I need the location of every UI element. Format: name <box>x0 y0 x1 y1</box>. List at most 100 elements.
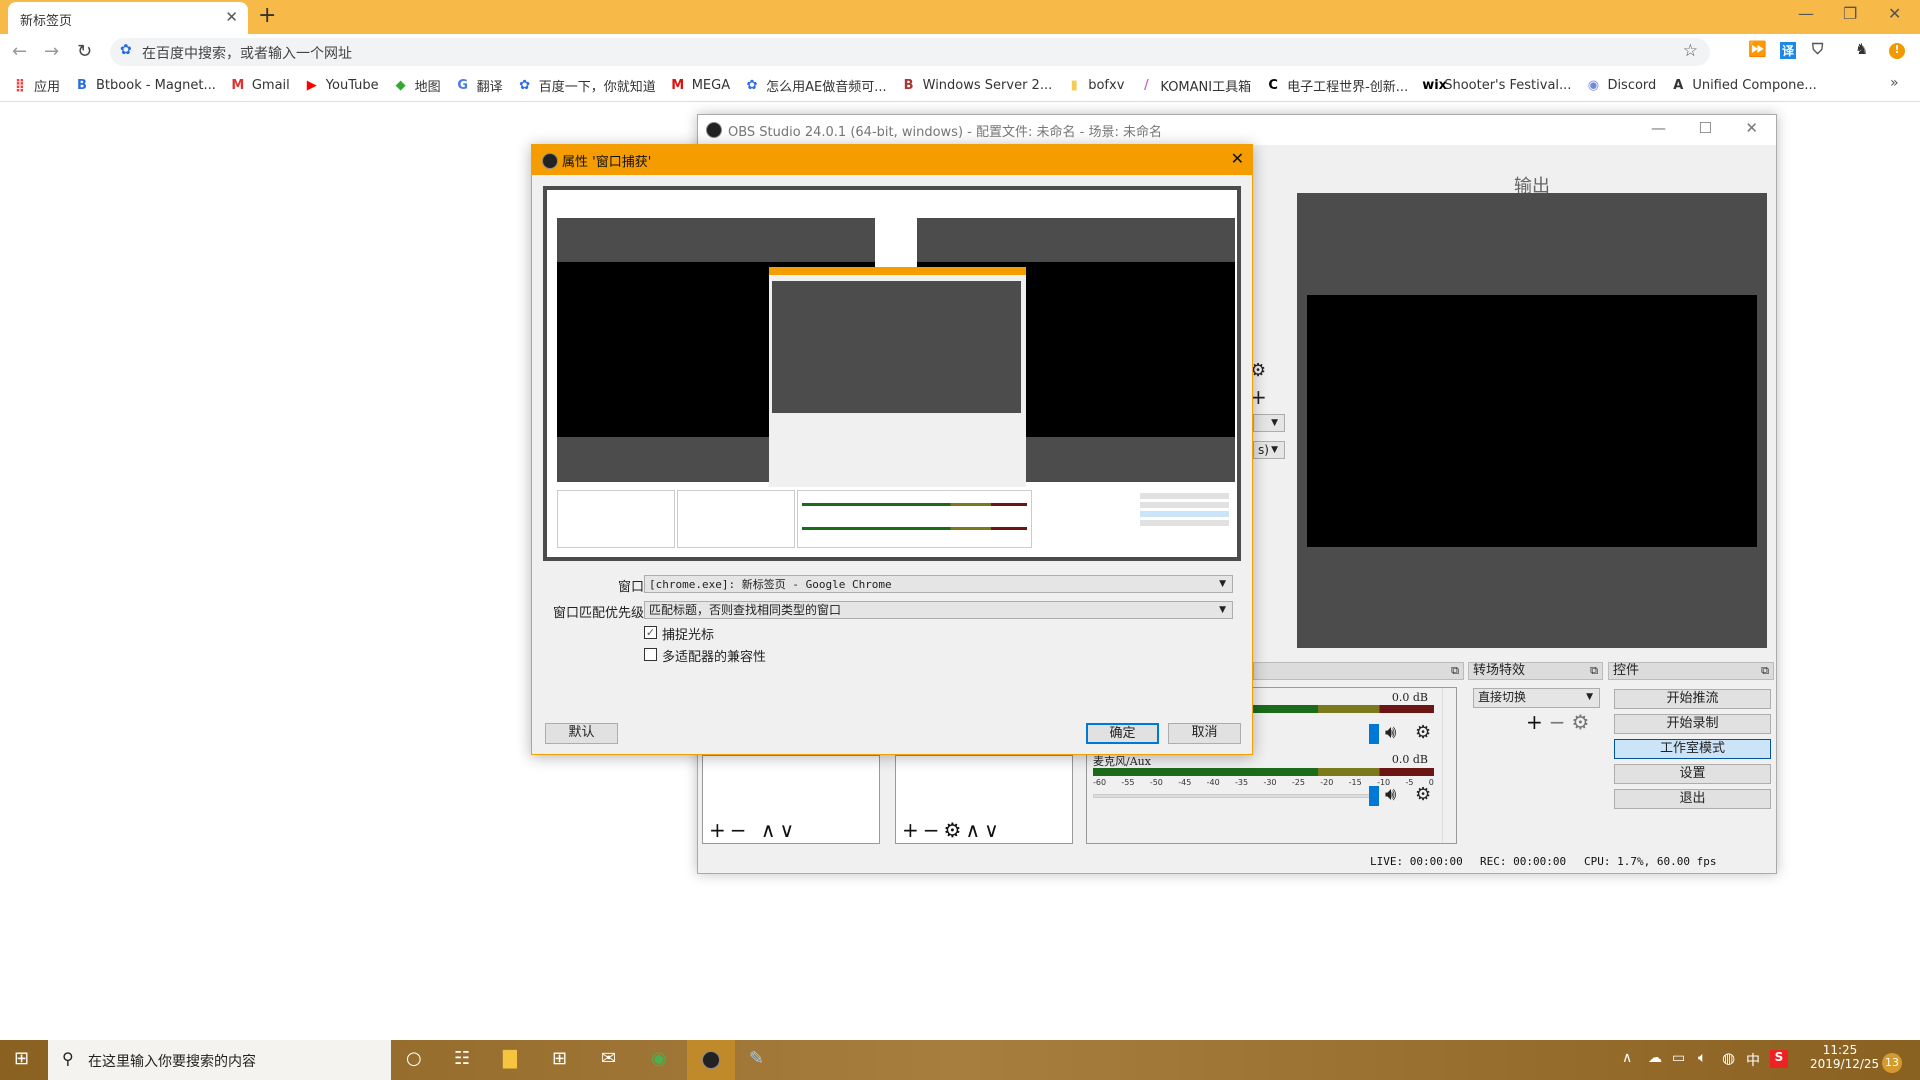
bookmark-item[interactable]: G 翻译 <box>455 76 502 95</box>
network-icon[interactable]: ◍ <box>1722 1049 1735 1067</box>
remove-source-icon[interactable]: − <box>923 818 944 842</box>
close-icon[interactable]: ✕ <box>1231 149 1244 168</box>
restore-icon[interactable]: ❐ <box>1843 4 1857 23</box>
battery-icon[interactable]: ▭ <box>1672 1050 1685 1066</box>
address-bar[interactable]: ✿ 在百度中搜索，或者输入一个网址 ☆ <box>110 38 1710 66</box>
remove-scene-icon[interactable]: − <box>730 818 751 842</box>
new-tab-button[interactable]: + <box>258 3 276 28</box>
browser-tab[interactable]: 新标签页 ✕ <box>8 2 248 34</box>
volume-icon[interactable]: 🔈︎ <box>1698 1050 1706 1066</box>
start-streaming-button[interactable]: 开始推流 <box>1614 689 1771 709</box>
mic-volume-slider[interactable] <box>1369 786 1379 806</box>
gear-icon[interactable]: ⚙ <box>1415 722 1431 743</box>
studio-mode-button[interactable]: 工作室模式 <box>1614 739 1771 759</box>
cortana-icon[interactable]: ○ <box>406 1048 422 1069</box>
chrome-icon[interactable]: ◉ <box>651 1048 667 1069</box>
sogou-ime-icon[interactable]: S <box>1770 1050 1788 1068</box>
bookmark-star-icon[interactable]: ☆ <box>1683 41 1698 61</box>
bookmark-item[interactable]: ◉ Discord <box>1585 78 1657 93</box>
windows-start-icon[interactable]: ⊞ <box>14 1048 29 1069</box>
forward-icon[interactable]: → <box>44 41 59 62</box>
wix-icon: wix <box>1422 78 1448 93</box>
undock-icon[interactable]: ⧉ <box>1590 663 1598 679</box>
file-explorer-icon[interactable]: ▇ <box>503 1048 517 1069</box>
bookmark-item[interactable]: ▶ YouTube <box>304 78 379 93</box>
bookmark-item[interactable]: A Unified Compone... <box>1670 78 1817 93</box>
bookmark-item[interactable]: / KOMANI工具箱 <box>1138 76 1251 95</box>
ok-button[interactable]: 确定 <box>1086 723 1159 744</box>
gear-icon[interactable]: ⚙ <box>1572 710 1596 734</box>
defaults-button[interactable]: 默认 <box>545 723 618 744</box>
translate-extension-icon[interactable]: 译 <box>1780 42 1797 59</box>
bookmark-label: bofxv <box>1088 78 1125 93</box>
mixer-scrollbar[interactable] <box>1442 688 1456 843</box>
speaker-icon[interactable]: 🔊︎ <box>1385 784 1396 805</box>
bookmark-item[interactable]: ⣿ 应用 <box>12 76 60 95</box>
close-window-icon[interactable]: ✕ <box>1888 4 1901 23</box>
profile-avatar[interactable]: ♞ <box>1855 40 1868 58</box>
shield-extension-icon[interactable]: ⛉ <box>1812 40 1823 58</box>
bookmark-item[interactable]: B Btbook - Magnet... <box>74 78 216 93</box>
captured-window-thumbnail <box>547 190 1237 557</box>
remove-icon[interactable]: − <box>1549 710 1572 734</box>
reload-icon[interactable]: ↻ <box>77 41 92 62</box>
notification-center-badge[interactable]: 13 <box>1882 1053 1902 1073</box>
cancel-button[interactable]: 取消 <box>1168 723 1241 744</box>
add-scene-icon[interactable]: + <box>709 818 730 842</box>
windows-server-icon: B <box>903 78 914 93</box>
undock-icon[interactable]: ⧉ <box>1761 663 1769 679</box>
controls-dock-header: 控件 ⧉ <box>1608 662 1774 680</box>
move-up-icon[interactable]: ∧ <box>761 818 780 842</box>
bookmark-item[interactable]: M MEGA <box>670 78 730 93</box>
bookmark-item[interactable]: C 电子工程世界-创新... <box>1265 76 1408 95</box>
gear-icon[interactable]: ⚙ <box>1415 784 1431 805</box>
bookmark-item[interactable]: M Gmail <box>230 78 289 93</box>
taskbar-search[interactable]: ⚲ 在这里输入你要搜索的内容 <box>48 1040 391 1080</box>
task-view-icon[interactable]: ☷ <box>454 1048 470 1069</box>
settings-button[interactable]: 设置 <box>1614 764 1771 784</box>
onedrive-icon[interactable]: ☁ <box>1648 1050 1662 1066</box>
mail-icon[interactable]: ✉ <box>601 1048 616 1069</box>
bookmark-item[interactable]: ✿ 怎么用AE做音频可... <box>744 76 887 95</box>
store-icon[interactable]: ⊞ <box>552 1048 567 1069</box>
add-source-icon[interactable]: + <box>902 818 923 842</box>
minimize-icon[interactable]: — <box>1651 119 1666 137</box>
clock[interactable]: 11:25 2019/12/25 <box>1810 1043 1879 1071</box>
multi-adapter-checkbox[interactable] <box>644 648 657 661</box>
bookmark-item[interactable]: ▮ bofxv <box>1066 78 1125 93</box>
more-bookmarks-icon[interactable]: » <box>1890 75 1899 91</box>
capture-cursor-checkbox[interactable]: ✓ <box>644 626 657 639</box>
status-live: LIVE: 00:00:00 <box>1370 855 1463 868</box>
move-down-icon[interactable]: ∨ <box>984 818 1003 842</box>
speaker-icon[interactable]: 🔊︎ <box>1385 722 1396 743</box>
maximize-icon[interactable]: ☐ <box>1699 119 1712 137</box>
bookmark-item[interactable]: ✿ 百度一下，你就知道 <box>517 76 655 95</box>
bookmark-item[interactable]: wix Shooter's Festival... <box>1422 78 1571 93</box>
back-icon[interactable]: ← <box>12 41 27 62</box>
transition-select[interactable]: 直接切换 ▼ <box>1473 688 1600 708</box>
undock-icon[interactable]: ⧉ <box>1451 663 1459 679</box>
bookmark-item[interactable]: ◆ 地图 <box>393 76 441 95</box>
add-icon[interactable]: + <box>1526 710 1549 734</box>
desktop-volume-slider[interactable] <box>1369 724 1379 744</box>
move-up-icon[interactable]: ∧ <box>965 818 984 842</box>
update-alert-icon[interactable]: ! <box>1889 43 1905 59</box>
close-tab-icon[interactable]: ✕ <box>225 8 238 26</box>
move-down-icon[interactable]: ∨ <box>780 818 799 842</box>
exit-button[interactable]: 退出 <box>1614 789 1771 809</box>
gear-icon[interactable]: ⚙ <box>944 818 966 842</box>
show-hidden-icons[interactable]: ∧ <box>1622 1050 1632 1066</box>
minimize-icon[interactable]: — <box>1798 4 1814 23</box>
extension-icon[interactable]: ⏩ <box>1748 40 1767 58</box>
ime-indicator[interactable]: 中 <box>1746 1050 1760 1070</box>
app-icon[interactable]: ✎ <box>749 1048 764 1069</box>
partial-dropdown-2[interactable]: s) ▼ <box>1253 441 1285 459</box>
obs-taskbar-active[interactable] <box>687 1040 735 1080</box>
mic-volume-track[interactable] <box>1093 794 1373 798</box>
close-icon[interactable]: ✕ <box>1745 119 1758 137</box>
bookmark-item[interactable]: B Windows Server 2... <box>901 78 1053 93</box>
window-match-priority-select[interactable]: 匹配标题，否则查找相同类型的窗口 ▼ <box>644 601 1233 619</box>
start-recording-button[interactable]: 开始录制 <box>1614 714 1771 734</box>
window-select[interactable]: [chrome.exe]: 新标签页 - Google Chrome ▼ <box>644 575 1233 593</box>
partial-dropdown[interactable]: ▼ <box>1253 414 1285 432</box>
